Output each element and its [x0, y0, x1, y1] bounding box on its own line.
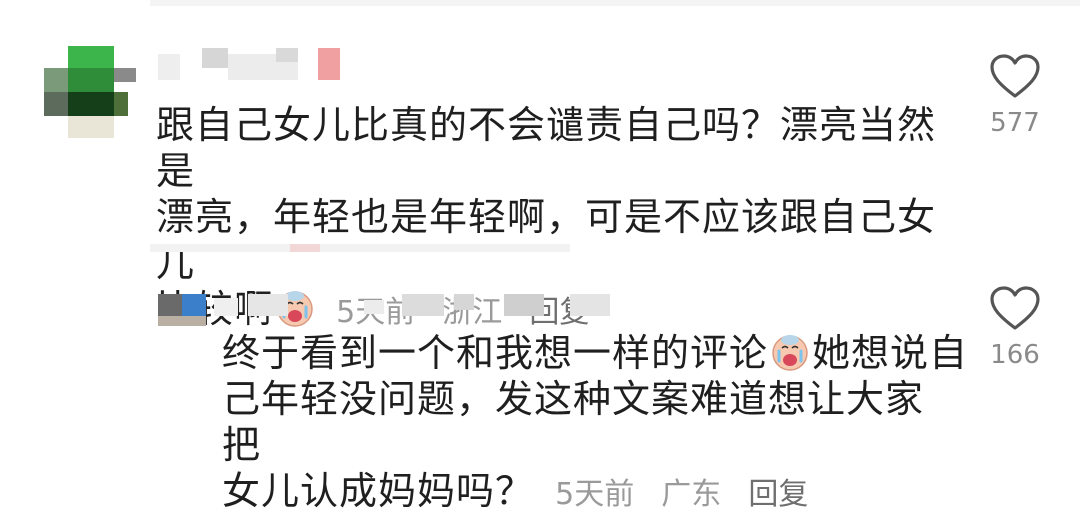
top-divider — [150, 0, 1080, 6]
heart-icon[interactable] — [989, 286, 1041, 336]
comment-line-start: 终于看到一个和我想一样的评论 — [222, 331, 769, 375]
username-blurred[interactable] — [158, 48, 348, 82]
comment-location: 广东 — [661, 477, 722, 512]
avatar[interactable] — [44, 46, 136, 138]
like-button[interactable]: 166 — [970, 286, 1060, 370]
divider-fragment — [290, 244, 320, 252]
comment-line-rest: 她想说自 — [812, 331, 969, 375]
like-count: 166 — [990, 340, 1040, 370]
comment-line: 己年轻没问题，发这种文案难道想让大家把 — [222, 377, 925, 467]
comment-line: 跟自己女儿比真的不会谴责自己吗？漂亮当然是 — [156, 103, 937, 193]
like-count: 577 — [990, 108, 1040, 138]
avatar[interactable] — [158, 294, 208, 328]
comment-line-end: 女儿认成妈妈吗？ — [222, 469, 535, 513]
comment-time: 5天前 — [555, 477, 635, 512]
reply-button[interactable]: 回复 — [748, 477, 808, 512]
comment-line: 漂亮，年轻也是年轻啊，可是不应该跟自己女儿 — [156, 195, 937, 285]
comment-line: 终于看到一个和我想一样的评论 她想说自 — [222, 330, 967, 376]
comment-text: 终于看到一个和我想一样的评论 她想说自 己年轻没问题，发这种文案难道想让大家把 … — [222, 330, 967, 518]
comment-line: 女儿认成妈妈吗？ 5天前 广东 回复 — [222, 468, 952, 518]
like-button[interactable]: 577 — [970, 54, 1060, 138]
divider — [150, 244, 570, 252]
heart-icon[interactable] — [989, 54, 1041, 104]
crying-face-icon — [770, 332, 810, 372]
username-blurred[interactable] — [214, 294, 634, 318]
